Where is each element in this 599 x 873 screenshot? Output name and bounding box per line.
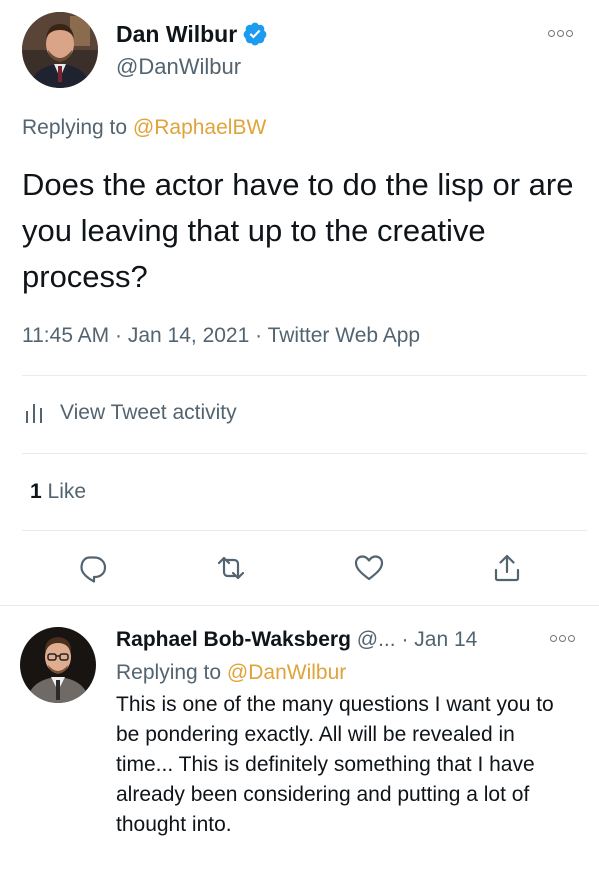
- replying-to-line: Replying to @RaphaelBW: [22, 113, 266, 143]
- author-avatar[interactable]: [22, 12, 98, 88]
- reply-more-options-button[interactable]: [547, 631, 577, 645]
- meta-separator: ·: [249, 324, 268, 347]
- share-button[interactable]: [490, 551, 524, 585]
- main-tweet: Dan Wilbur @DanWilbur Replying to @Rapha…: [0, 0, 599, 605]
- reply-separator: ·: [395, 628, 415, 651]
- reply-author-handle[interactable]: @...: [357, 628, 396, 651]
- retweet-icon: [217, 556, 245, 580]
- reply-text: This is one of the many questions I want…: [116, 693, 554, 836]
- reply-replying-to-mention[interactable]: @DanWilbur: [227, 661, 346, 684]
- reply-author-name[interactable]: Raphael Bob-Waksberg: [116, 628, 351, 651]
- reply-header: Raphael Bob-Waksberg @... · Jan 14: [116, 625, 477, 655]
- likes-count-link[interactable]: 1 Like: [30, 478, 86, 506]
- reply-replying-to-line: Replying to @DanWilbur: [116, 658, 346, 688]
- reply-button[interactable]: [75, 551, 109, 585]
- retweet-button[interactable]: [214, 551, 248, 585]
- replying-to-label: Replying to: [22, 116, 133, 139]
- more-options-button[interactable]: [545, 26, 575, 40]
- divider: [22, 530, 587, 531]
- more-dot-icon: [547, 29, 555, 37]
- author-handle[interactable]: @DanWilbur: [116, 53, 241, 81]
- more-dot-icon: [556, 29, 564, 37]
- more-dot-icon: [565, 29, 573, 37]
- reply-icon: [80, 556, 107, 583]
- likes-label: Like: [41, 480, 87, 503]
- reply-replying-to-label: Replying to: [116, 661, 227, 684]
- tweet-time[interactable]: 11:45 AM: [22, 324, 109, 347]
- more-dot-icon: [558, 634, 566, 642]
- thread-divider: [0, 605, 599, 606]
- tweet-source[interactable]: Twitter Web App: [268, 324, 421, 347]
- meta-separator: ·: [109, 324, 128, 347]
- more-dot-icon: [567, 634, 575, 642]
- view-tweet-activity-label: View Tweet activity: [60, 401, 237, 424]
- tweet-meta: 11:45 AM · Jan 14, 2021 · Twitter Web Ap…: [22, 321, 420, 351]
- reply-author-avatar[interactable]: [20, 627, 96, 703]
- replying-to-mention[interactable]: @RaphaelBW: [133, 116, 266, 139]
- author-name[interactable]: Dan Wilbur: [116, 20, 237, 48]
- verified-badge-icon: [243, 22, 267, 46]
- share-icon: [494, 554, 520, 582]
- more-dot-icon: [549, 634, 557, 642]
- likes-count: 1: [30, 480, 42, 503]
- analytics-icon: [26, 404, 42, 423]
- like-button[interactable]: [352, 551, 386, 585]
- divider: [22, 453, 587, 454]
- divider: [22, 375, 587, 376]
- reply-date[interactable]: Jan 14: [414, 628, 477, 651]
- heart-icon: [354, 555, 384, 581]
- tweet-date[interactable]: Jan 14, 2021: [128, 324, 249, 347]
- tweet-text: Does the actor have to do the lisp or ar…: [22, 167, 574, 294]
- view-tweet-activity-button[interactable]: View Tweet activity: [22, 393, 237, 433]
